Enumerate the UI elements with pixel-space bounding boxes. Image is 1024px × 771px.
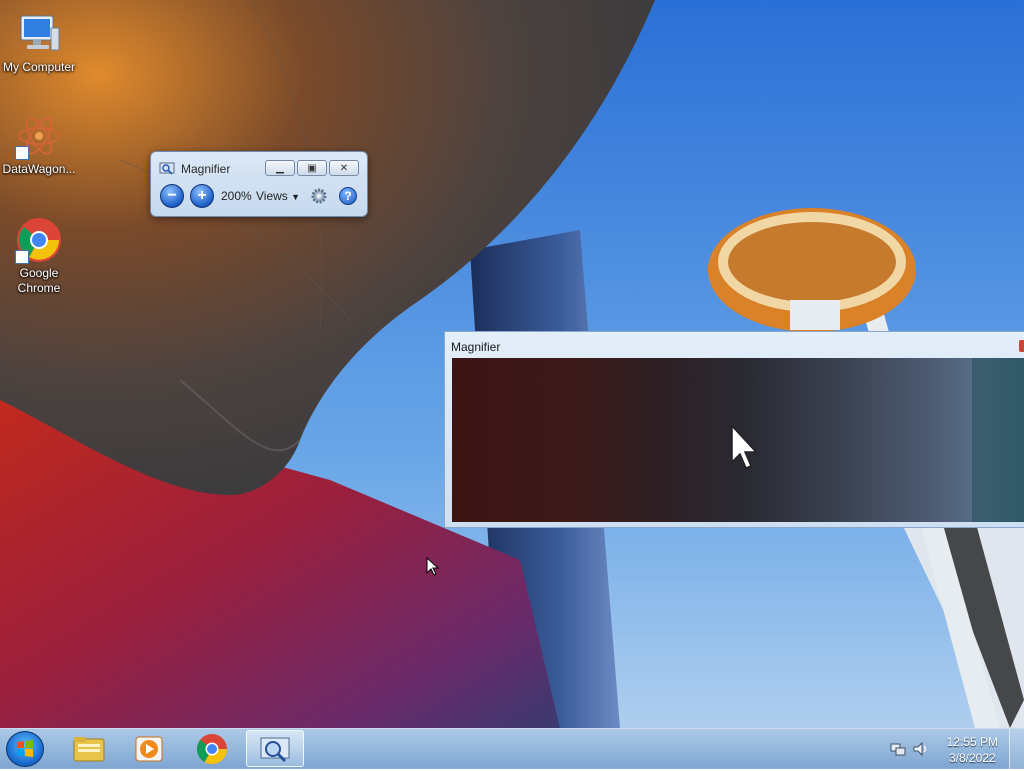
show-desktop-button[interactable] [1009,729,1024,769]
system-tray: 12:55 PM 3/8/2022 [874,729,1024,769]
windows-logo-icon [17,740,33,757]
taskbar-magnifier[interactable] [246,730,304,767]
desktop-icon-datawagon[interactable]: DataWagon... [0,112,78,177]
desktop-icon-label-line2: Chrome [17,281,61,295]
taskbar-google-chrome[interactable] [183,730,241,767]
magnified-cursor-icon [731,358,1024,522]
desktop-icon-label: My Computer [2,60,76,74]
shortcut-arrow-icon [15,146,29,160]
magnifier-controls: − + 200% Views ▼ ? [160,184,360,208]
zoom-out-button[interactable]: − [160,184,184,208]
shortcut-arrow-icon [15,250,29,264]
media-player-icon [135,736,163,762]
magnifier-lens-window[interactable]: Magnifier [444,331,1024,528]
views-dropdown[interactable]: Views ▼ [256,189,300,203]
volume-icon[interactable] [912,741,930,757]
magnifier-toolbar-window[interactable]: Magnifier ▁ ▣ ✕ − + 200% Views ▼ ? [150,151,368,217]
taskbar-media-player[interactable] [120,730,178,767]
clock-date: 3/8/2022 [948,751,996,765]
taskbar: 12:55 PM 3/8/2022 [0,728,1024,769]
help-button[interactable]: ? [339,187,357,205]
clock-time: 12:55 PM [946,735,998,749]
chevron-down-icon: ▼ [291,192,301,202]
chrome-icon [197,734,227,765]
mouse-cursor-icon [426,557,440,576]
folder-icon [73,737,105,762]
close-button[interactable] [1019,340,1024,352]
clock[interactable]: 12:55 PM 3/8/2022 [947,734,998,766]
close-button[interactable]: ✕ [329,160,359,176]
magnifier-icon [260,737,290,763]
zoom-in-button[interactable]: + [190,184,214,208]
computer-icon [15,10,63,58]
magnifier-window-title: Magnifier [451,340,501,354]
magnified-view [452,358,1024,522]
restore-button[interactable]: ▣ [297,160,327,176]
minimize-button[interactable]: ▁ [265,160,295,176]
views-label: Views [256,189,288,203]
taskbar-windows-explorer[interactable] [60,730,118,767]
datawagon-icon [15,112,63,160]
desktop-icon-label: DataWagon... [2,162,76,176]
magnifier-titlebar[interactable]: Magnifier ▁ ▣ ✕ [159,160,359,178]
desktop-icon-google-chrome[interactable]: Google Chrome [0,216,78,296]
magnifier-title: Magnifier [181,162,231,176]
desktop-icon-my-computer[interactable]: My Computer [0,10,78,75]
desktop-icon-label-line1: Google [19,266,59,280]
gear-icon[interactable] [310,187,328,205]
magnifier-app-icon [159,162,175,175]
caption-buttons: ▁ ▣ ✕ [265,160,359,176]
zoom-level: 200% [221,189,252,203]
chrome-icon [15,216,63,264]
start-button[interactable] [6,731,44,767]
network-icon[interactable] [890,741,906,757]
